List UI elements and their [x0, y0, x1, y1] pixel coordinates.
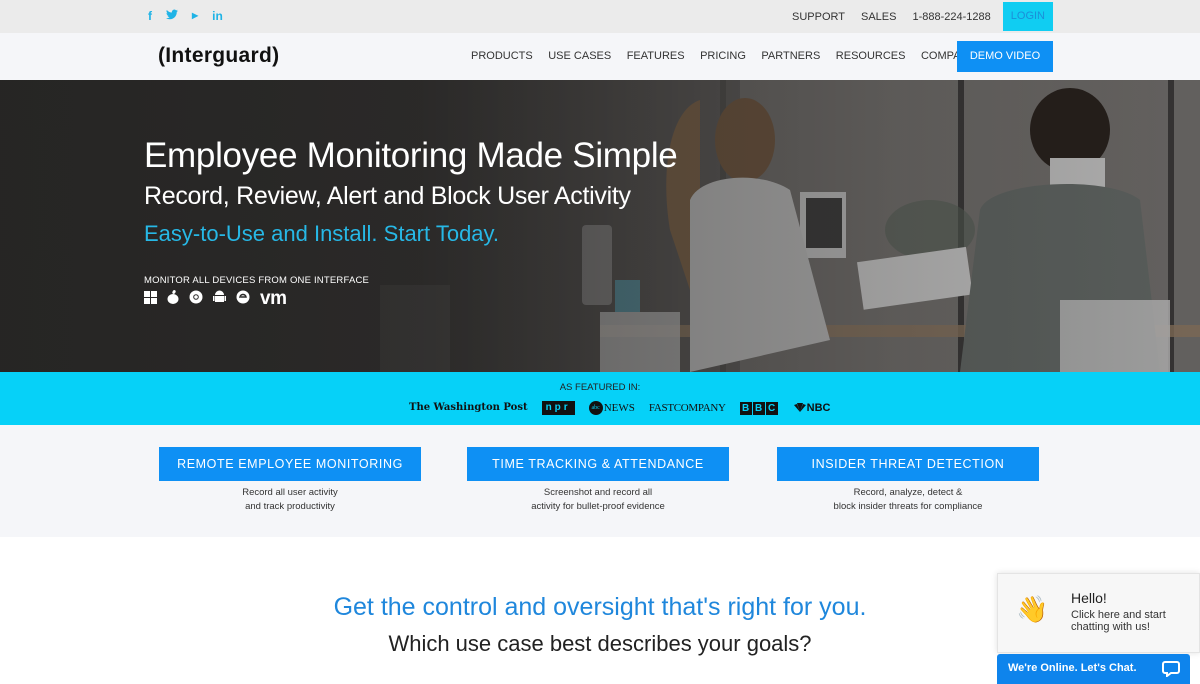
nav-item-partners[interactable]: PARTNERS: [761, 49, 820, 63]
desc-line-2: block insider threats for compliance: [833, 500, 983, 512]
apple-icon: [167, 290, 179, 308]
chat-bar-label: We're Online. Let's Chat.: [1008, 662, 1137, 674]
sales-link[interactable]: SALES: [853, 3, 904, 31]
nav-item-use-cases[interactable]: USE CASES: [548, 49, 611, 63]
chat-launcher-bar[interactable]: We're Online. Let's Chat.: [997, 654, 1190, 684]
hero-banner: Employee Monitoring Made Simple Record, …: [0, 80, 1200, 372]
nav-item-resources[interactable]: RESOURCES: [836, 49, 906, 63]
fast-company-logo: FASTCOMPANY: [648, 402, 726, 415]
chat-bubble-icon: [1162, 661, 1180, 677]
top-utility-bar: f ▶ in SUPPORT SALES 1-888-224-1288 LOGI…: [0, 0, 1200, 33]
time-tracking-attendance-button[interactable]: TIME TRACKING & ATTENDANCE: [467, 447, 729, 481]
windows-icon: [144, 290, 157, 308]
insider-threat-detection-button[interactable]: INSIDER THREAT DETECTION: [777, 447, 1039, 481]
nav-item-products[interactable]: PRODUCTS: [471, 49, 533, 63]
chat-message: Click here and start chatting with us!: [1071, 609, 1166, 633]
chrome-icon: [189, 290, 203, 308]
devices-label: MONITOR ALL DEVICES FROM ONE INTERFACE: [144, 275, 370, 286]
vmware-icon: vm: [260, 288, 287, 309]
desc-line-1: Record, analyze, detect &: [853, 487, 963, 498]
use-case-description: Screenshot and record all activity for b…: [467, 486, 729, 513]
use-case-insider-threat: INSIDER THREAT DETECTION Record, analyze…: [777, 447, 1039, 513]
use-case-description: Record all user activity and track produ…: [159, 486, 421, 513]
use-case-remote-monitoring: REMOTE EMPLOYEE MONITORING Record all us…: [159, 447, 421, 513]
social-links: f ▶ in: [148, 9, 223, 23]
abc-news-logo: abc NEWS: [588, 401, 635, 416]
phone-number-link[interactable]: 1-888-224-1288: [904, 3, 998, 31]
nav-item-pricing[interactable]: PRICING: [700, 49, 746, 63]
chat-greeting: Hello!: [1071, 590, 1107, 606]
waving-hand-icon: 👋: [1016, 594, 1049, 624]
remote-employee-monitoring-button[interactable]: REMOTE EMPLOYEE MONITORING: [159, 447, 421, 481]
twitter-icon[interactable]: [166, 9, 178, 23]
device-icons: vm: [144, 288, 287, 309]
interguard-logo[interactable]: (Interguard): [158, 44, 279, 68]
youtube-icon[interactable]: ▶: [192, 9, 198, 23]
support-link[interactable]: SUPPORT: [784, 3, 853, 31]
abc-mark: abc: [588, 401, 603, 416]
abc-news-text: NEWS: [603, 402, 635, 414]
nbc-text: NBC: [806, 402, 831, 415]
edge-icon: [236, 290, 250, 308]
as-featured-in-band: AS FEATURED IN: The Washington Post npr …: [0, 372, 1200, 425]
login-button[interactable]: LOGIN: [1002, 2, 1053, 31]
nav-menu: PRODUCTS USE CASES FEATURES PRICING PART…: [471, 49, 991, 63]
nav-item-features[interactable]: FEATURES: [627, 49, 685, 63]
hero-subtitle: Record, Review, Alert and Block User Act…: [144, 182, 631, 210]
linkedin-icon[interactable]: in: [212, 9, 223, 23]
use-case-description: Record, analyze, detect & block insider …: [777, 486, 1039, 513]
desc-line-1: Screenshot and record all: [543, 487, 653, 498]
desc-line-1: Record all user activity: [242, 487, 338, 498]
nbc-logo: NBC: [793, 401, 831, 415]
washington-post-logo: The Washington Post: [409, 402, 528, 414]
android-icon: [213, 290, 226, 308]
hero-title: Employee Monitoring Made Simple: [144, 136, 678, 175]
facebook-icon[interactable]: f: [148, 9, 152, 23]
chat-greeting-popup[interactable]: 👋 Hello! Click here and start chatting w…: [997, 573, 1200, 653]
desc-line-2: activity for bullet-proof evidence: [531, 500, 665, 512]
featured-label: AS FEATURED IN:: [559, 382, 641, 393]
desc-line-2: and track productivity: [245, 500, 335, 512]
demo-video-button[interactable]: DEMO VIDEO: [957, 41, 1053, 72]
npr-logo: npr: [541, 401, 575, 416]
use-case-section: REMOTE EMPLOYEE MONITORING Record all us…: [0, 425, 1200, 537]
main-navigation: (Interguard) PRODUCTS USE CASES FEATURES…: [0, 33, 1200, 80]
hero-tagline: Easy-to-Use and Install. Start Today.: [144, 221, 500, 246]
utility-links: SUPPORT SALES 1-888-224-1288 LOGIN: [784, 2, 1053, 31]
press-logos: The Washington Post npr abc NEWS FASTCOMP…: [409, 401, 831, 416]
bbc-logo: BBC: [739, 401, 779, 416]
use-case-time-tracking: TIME TRACKING & ATTENDANCE Screenshot an…: [467, 447, 729, 513]
